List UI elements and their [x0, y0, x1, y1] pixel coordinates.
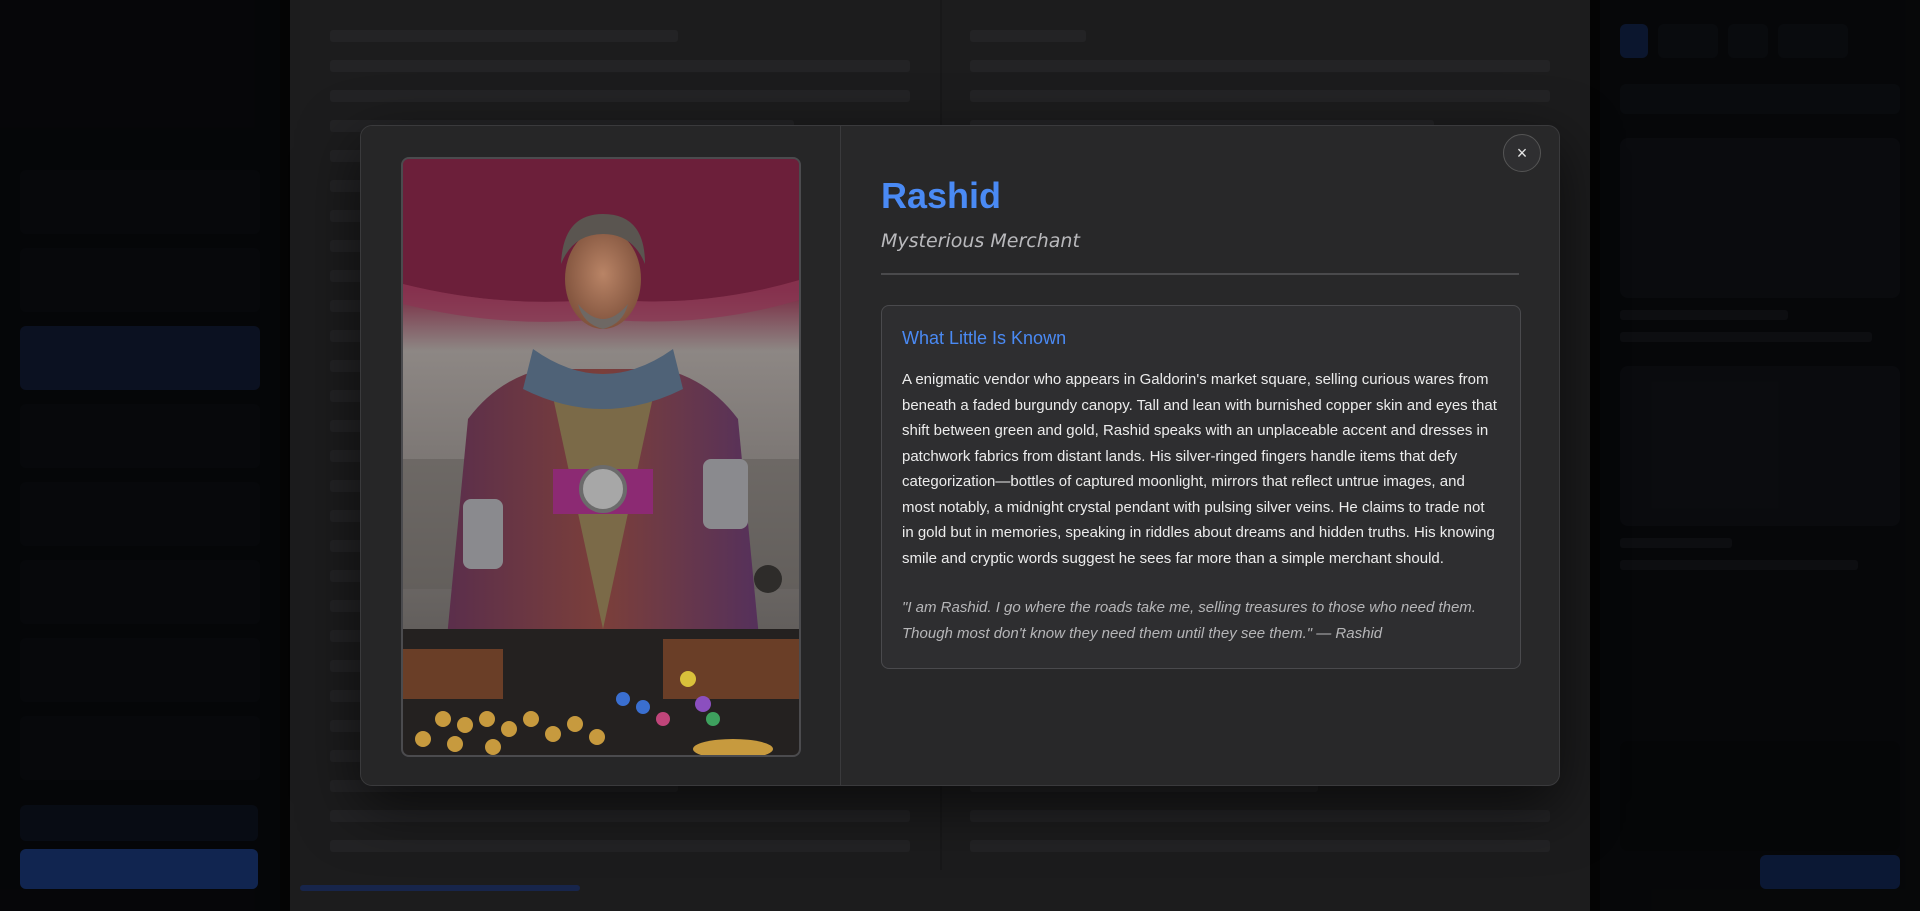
- character-description: A enigmatic vendor who appears in Galdor…: [902, 371, 1497, 567]
- info-section-title: What Little Is Known: [902, 328, 1067, 348]
- close-button[interactable]: ×: [1503, 134, 1541, 172]
- character-details: × Rashid Mysterious Merchant What Little…: [841, 126, 1559, 785]
- character-modal: × Rashid Mysterious Merchant What Little…: [360, 125, 1560, 786]
- portrait-panel: [361, 126, 841, 785]
- character-name: Rashid: [881, 175, 1002, 216]
- known-info-box: What Little Is Known A enigmatic vendor …: [881, 305, 1521, 669]
- merchant-portrait: [401, 157, 801, 757]
- header-divider: [881, 273, 1519, 275]
- character-quote: "I am Rashid. I go where the roads take …: [902, 599, 1476, 642]
- character-role: Mysterious Merchant: [881, 230, 1080, 252]
